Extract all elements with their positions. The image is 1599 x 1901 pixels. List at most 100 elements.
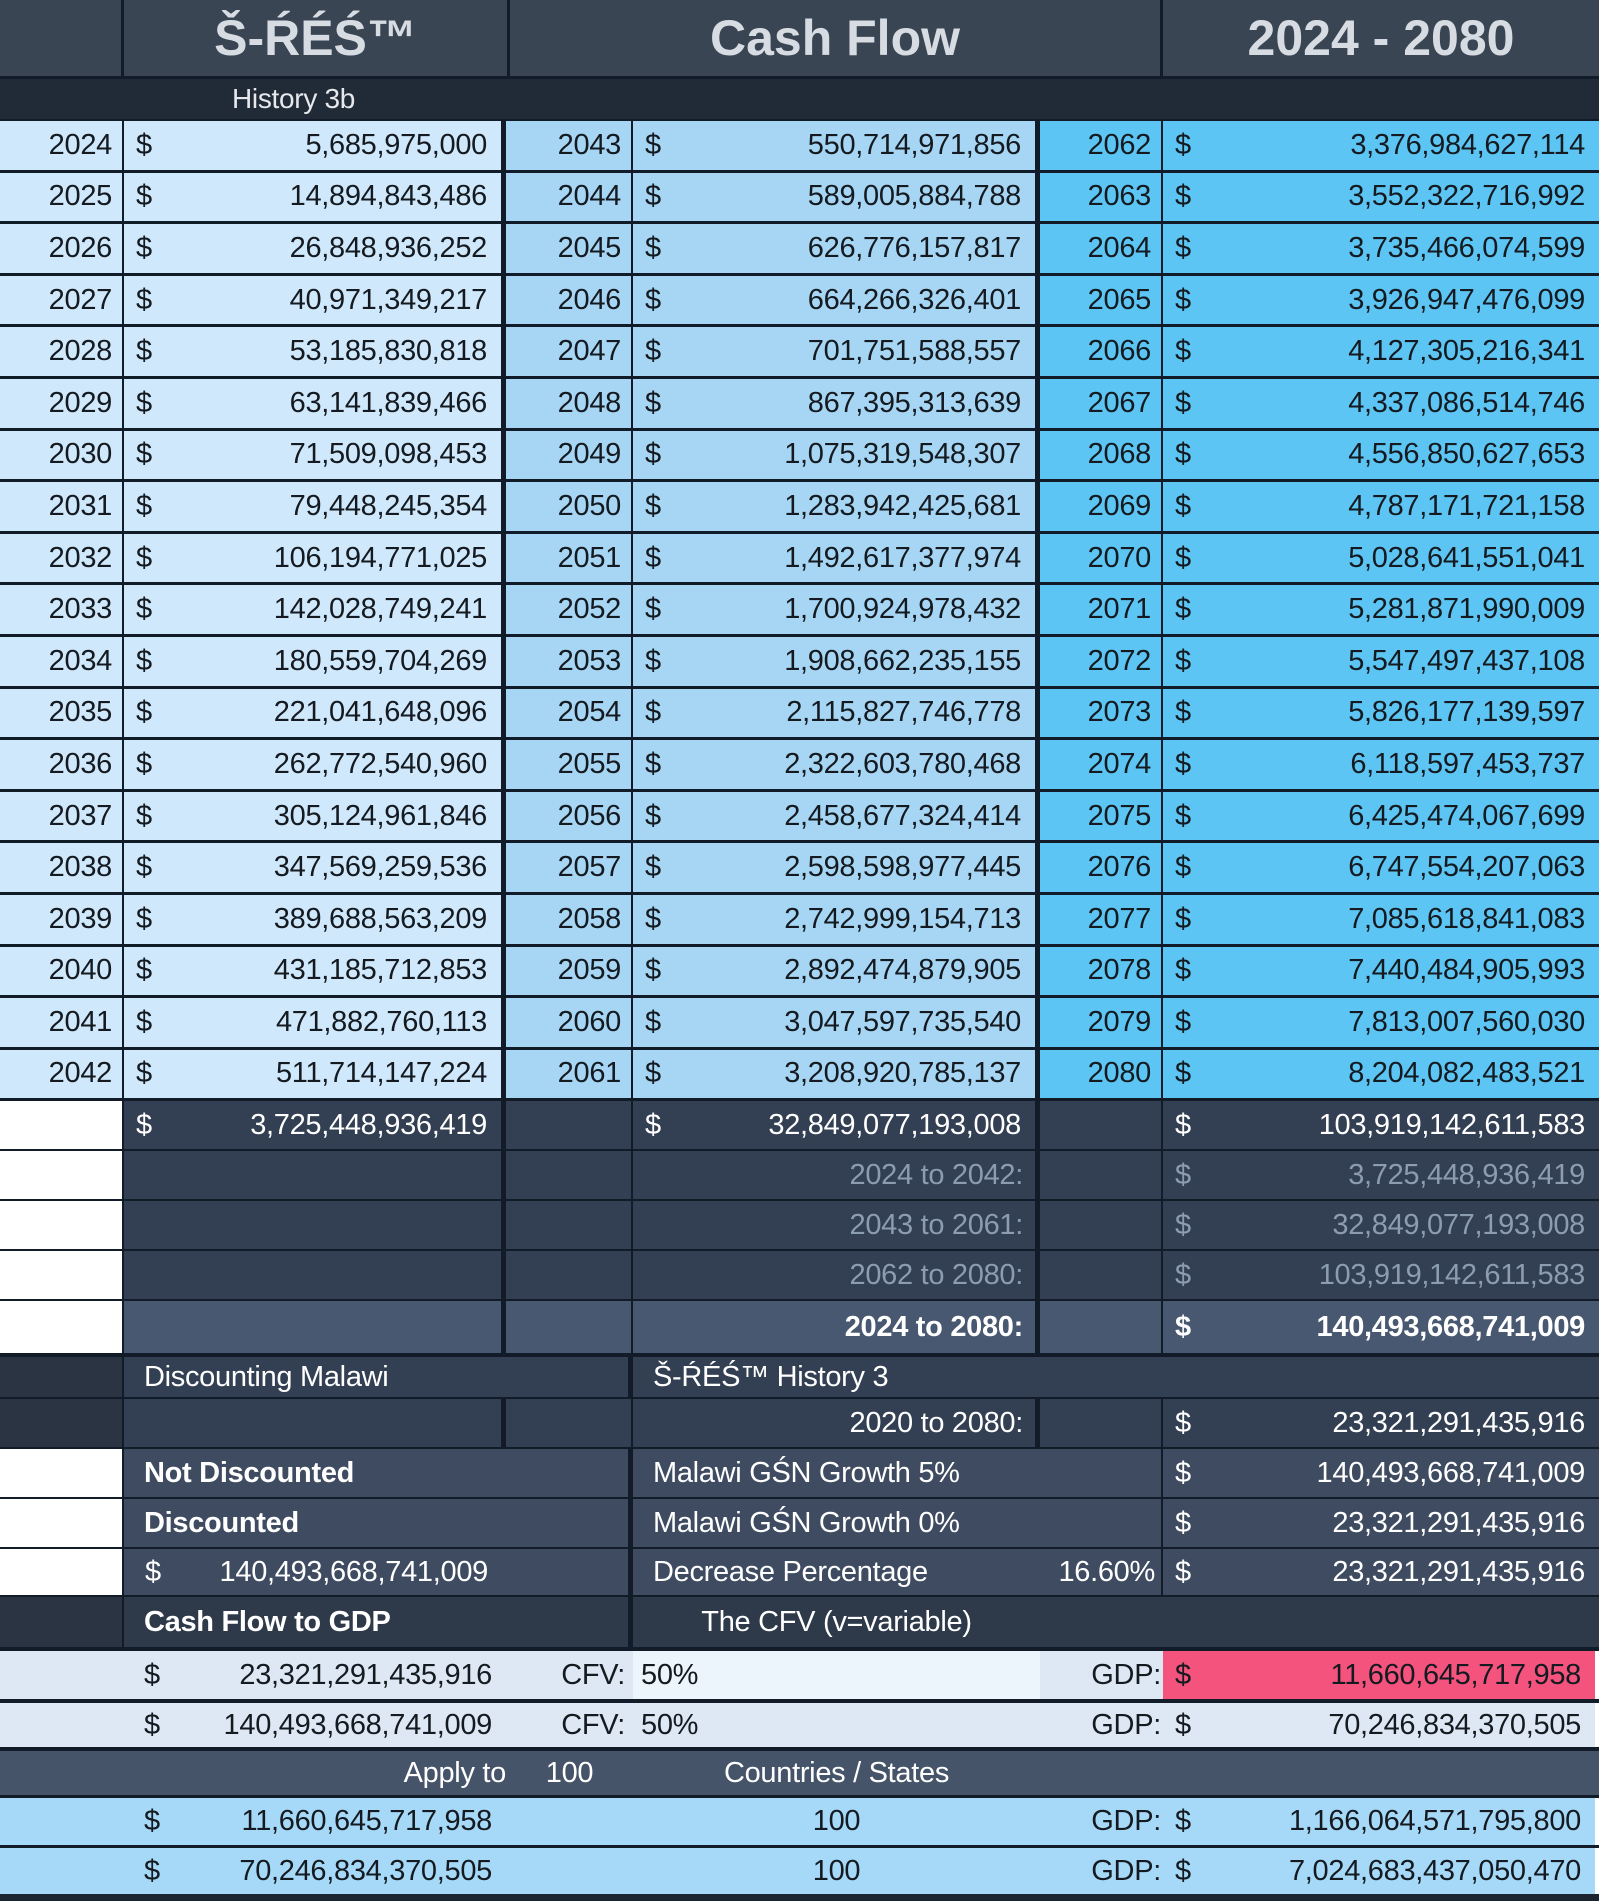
year-cell-2042[interactable]: 2042 <box>0 1049 124 1099</box>
value-cell-2036[interactable]: $262,772,540,960 <box>124 740 506 789</box>
year-cell-2047[interactable]: 2047 <box>506 327 633 376</box>
value-cell-2063[interactable]: $3,552,322,716,992 <box>1163 172 1599 222</box>
value-cell-2066[interactable]: $4,127,305,216,341 <box>1163 327 1599 376</box>
value-cell-2073[interactable]: $5,826,177,139,597 <box>1163 688 1599 738</box>
year-cell-2080[interactable]: 2080 <box>1040 1049 1163 1099</box>
cfv-percent-cell[interactable]: 50% <box>633 1651 1040 1700</box>
growth-5-value-cell[interactable]: $140,493,668,741,009 <box>1163 1449 1599 1498</box>
header-title-cell[interactable]: Cash Flow <box>510 0 1163 76</box>
year-cell-2065[interactable]: 2065 <box>1040 275 1163 325</box>
empty-cell[interactable] <box>124 1151 506 1200</box>
value-cell-2027[interactable]: $40,971,349,217 <box>124 275 506 325</box>
value-cell-2034[interactable]: $180,559,704,269 <box>124 636 506 686</box>
value-cell-2053[interactable]: $1,908,662,235,155 <box>633 636 1040 686</box>
value-cell-2039[interactable]: $389,688,563,209 <box>124 894 506 944</box>
value-cell-2060[interactable]: $3,047,597,735,540 <box>633 998 1040 1047</box>
value-cell-2037[interactable]: $305,124,961,846 <box>124 791 506 841</box>
empty-cell[interactable] <box>1040 1301 1163 1354</box>
growth-0-value-cell[interactable]: $23,321,291,435,916 <box>1163 1499 1599 1548</box>
year-cell-2074[interactable]: 2074 <box>1040 740 1163 789</box>
year-cell-2044[interactable]: 2044 <box>506 172 633 222</box>
year-cell-2024[interactable]: 2024 <box>0 121 124 170</box>
value-cell-2035[interactable]: $221,041,648,096 <box>124 688 506 738</box>
year-cell-2068[interactable]: 2068 <box>1040 430 1163 480</box>
year-cell-2069[interactable]: 2069 <box>1040 482 1163 531</box>
year-cell-2060[interactable]: 2060 <box>506 998 633 1047</box>
summary-value-cell[interactable]: $3,725,448,936,419 <box>1163 1151 1599 1200</box>
header-range-cell[interactable]: 2024 - 2080 <box>1163 0 1599 76</box>
value-cell-2059[interactable]: $2,892,474,879,905 <box>633 946 1040 996</box>
value-cell-2065[interactable]: $3,926,947,476,099 <box>1163 275 1599 325</box>
year-cell-2062[interactable]: 2062 <box>1040 121 1163 170</box>
cfv-amount-cell[interactable]: $23,321,291,435,916 <box>124 1651 506 1700</box>
discounted-label-cell[interactable]: Discounted <box>124 1499 633 1548</box>
value-cell-2051[interactable]: $1,492,617,377,974 <box>633 533 1040 583</box>
empty-cell[interactable] <box>1040 1251 1163 1300</box>
value-cell-2038[interactable]: $347,569,259,536 <box>124 843 506 892</box>
discounted-amount-cell[interactable]: $140,493,668,741,009 <box>124 1549 633 1596</box>
total-cell-2024-2042[interactable]: $3,725,448,936,419 <box>124 1101 506 1150</box>
cfv-label-cell[interactable]: CFV: <box>506 1651 633 1700</box>
gdp-label-cell[interactable]: GDP: <box>1040 1651 1163 1700</box>
value-cell-2062[interactable]: $3,376,984,627,114 <box>1163 121 1599 170</box>
year-cell-2066[interactable]: 2066 <box>1040 327 1163 376</box>
year-cell-2077[interactable]: 2077 <box>1040 894 1163 944</box>
year-cell-2055[interactable]: 2055 <box>506 740 633 789</box>
grand-total-label-cell[interactable]: 2024 to 2080: <box>633 1301 1040 1354</box>
empty-cell[interactable] <box>506 1201 633 1250</box>
year-cell-2078[interactable]: 2078 <box>1040 946 1163 996</box>
value-cell-2028[interactable]: $53,185,830,818 <box>124 327 506 376</box>
year-cell-2079[interactable]: 2079 <box>1040 998 1163 1047</box>
year-cell-2061[interactable]: 2061 <box>506 1049 633 1099</box>
summary-label-cell[interactable]: 2024 to 2042: <box>633 1151 1040 1200</box>
value-cell-2045[interactable]: $626,776,157,817 <box>633 224 1040 273</box>
grand-total-value-cell[interactable]: $140,493,668,741,009 <box>1163 1301 1599 1354</box>
value-cell-2030[interactable]: $71,509,098,453 <box>124 430 506 480</box>
value-cell-2070[interactable]: $5,028,641,551,041 <box>1163 533 1599 583</box>
year-cell-2057[interactable]: 2057 <box>506 843 633 892</box>
year-cell-2033[interactable]: 2033 <box>0 585 124 634</box>
empty-cell[interactable] <box>124 1301 506 1354</box>
empty-cell[interactable] <box>1040 1751 1599 1796</box>
value-cell-2076[interactable]: $6,747,554,207,063 <box>1163 843 1599 892</box>
value-cell-2077[interactable]: $7,085,618,841,083 <box>1163 894 1599 944</box>
applied-gdp-value-cell[interactable]: $7,024,683,437,050,470 <box>1163 1848 1599 1895</box>
summary-value-cell[interactable]: $32,849,077,193,008 <box>1163 1201 1599 1250</box>
decrease-percentage-label-cell[interactable]: Decrease Percentage 16.60% <box>633 1549 1163 1596</box>
summary-value-cell[interactable]: $103,919,142,611,583 <box>1163 1251 1599 1300</box>
year-cell-2059[interactable]: 2059 <box>506 946 633 996</box>
year-cell-2030[interactable]: 2030 <box>0 430 124 480</box>
apply-count-value-cell[interactable]: 100 <box>633 1848 1040 1895</box>
total-cell-2062-2080[interactable]: $103,919,142,611,583 <box>1163 1101 1599 1150</box>
year-cell-2049[interactable]: 2049 <box>506 430 633 480</box>
sres-history-title-cell[interactable]: Š-ŔÉŚ™ History 3 <box>633 1357 1599 1398</box>
apply-count-cell[interactable]: 100 <box>506 1751 633 1796</box>
year-cell-2046[interactable]: 2046 <box>506 275 633 325</box>
value-cell-2040[interactable]: $431,185,712,853 <box>124 946 506 996</box>
empty-cell[interactable] <box>506 1798 633 1846</box>
header-brand-cell[interactable]: Š-ŔÉŚ™ <box>124 0 510 76</box>
value-cell-2069[interactable]: $4,787,171,721,158 <box>1163 482 1599 531</box>
value-cell-2054[interactable]: $2,115,827,746,778 <box>633 688 1040 738</box>
year-cell-2051[interactable]: 2051 <box>506 533 633 583</box>
year-cell-2043[interactable]: 2043 <box>506 121 633 170</box>
value-cell-2046[interactable]: $664,266,326,401 <box>633 275 1040 325</box>
value-cell-2032[interactable]: $106,194,771,025 <box>124 533 506 583</box>
year-cell-2071[interactable]: 2071 <box>1040 585 1163 634</box>
empty-cell[interactable] <box>124 1251 506 1300</box>
value-cell-2068[interactable]: $4,556,850,627,653 <box>1163 430 1599 480</box>
value-cell-2044[interactable]: $589,005,884,788 <box>633 172 1040 222</box>
stub-cell[interactable] <box>0 1357 124 1398</box>
year-cell-2026[interactable]: 2026 <box>0 224 124 273</box>
year-cell-2027[interactable]: 2027 <box>0 275 124 325</box>
empty-cell[interactable] <box>1040 1201 1163 1250</box>
value-cell-2079[interactable]: $7,813,007,560,030 <box>1163 998 1599 1047</box>
value-cell-2024[interactable]: $5,685,975,000 <box>124 121 506 170</box>
year-cell-2067[interactable]: 2067 <box>1040 378 1163 428</box>
year-cell-2031[interactable]: 2031 <box>0 482 124 531</box>
cashflow-gdp-title-cell[interactable]: Cash Flow to GDP <box>124 1597 633 1648</box>
value-cell-2078[interactable]: $7,440,484,905,993 <box>1163 946 1599 996</box>
range-2020-2080-label-cell[interactable]: 2020 to 2080: <box>633 1399 1040 1448</box>
empty-cell[interactable] <box>0 1751 124 1796</box>
cfv-label-cell[interactable]: CFV: <box>506 1703 633 1748</box>
